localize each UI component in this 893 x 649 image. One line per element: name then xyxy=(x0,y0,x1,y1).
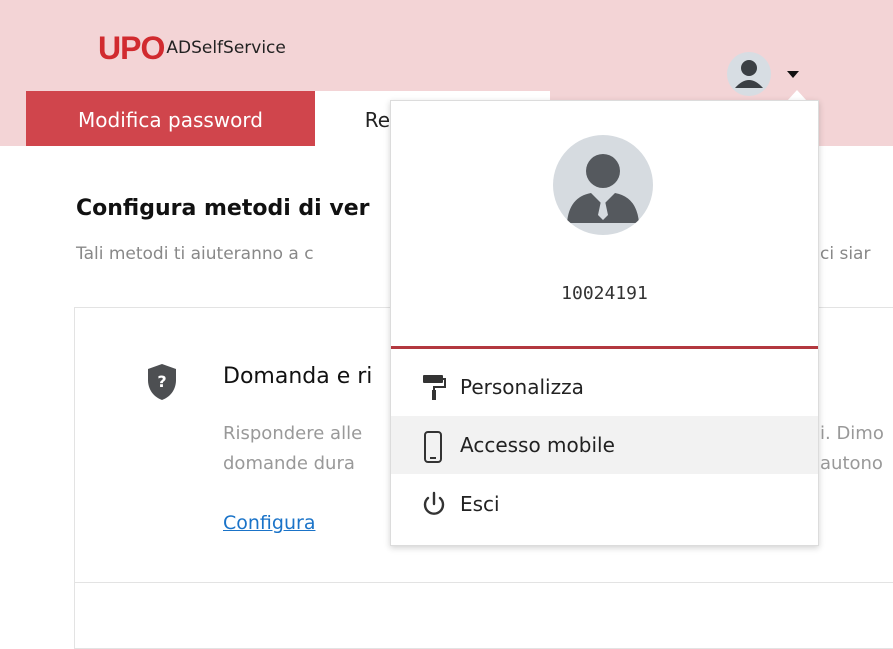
svg-text:?: ? xyxy=(157,372,166,391)
mobile-phone-icon xyxy=(421,431,445,469)
app-logo[interactable]: UPO ADSelfService xyxy=(98,28,286,68)
logo-text: ADSelfService xyxy=(166,38,286,58)
menu-item-personalizza[interactable]: Personalizza xyxy=(391,358,818,416)
card-description-line-right: autono xyxy=(820,453,883,474)
page-subtitle: Tali metodi ti aiuteranno a c xyxy=(76,244,314,264)
username: 10024191 xyxy=(561,283,648,304)
menu-item-accesso-mobile[interactable]: Accesso mobile xyxy=(391,416,818,474)
user-avatar-icon xyxy=(727,52,771,96)
configure-link[interactable]: Configura xyxy=(223,512,315,534)
dropdown-divider xyxy=(391,346,818,349)
card-description-line-right: i. Dimo xyxy=(820,423,884,444)
card-description-line: Rispondere alle xyxy=(223,423,363,444)
user-dropdown-menu: 10024191 Personalizza Accesso mobile Esc… xyxy=(390,100,819,546)
menu-item-label: Personalizza xyxy=(460,375,584,399)
page-subtitle-right: ci siar xyxy=(820,244,871,264)
menu-item-label: Accesso mobile xyxy=(460,433,615,457)
page-title: Configura metodi di ver xyxy=(76,196,370,221)
paint-roller-icon xyxy=(421,373,447,405)
tab-modifica-password[interactable]: Modifica password xyxy=(26,91,315,146)
logo-mark: UPO xyxy=(98,30,165,66)
shield-question-icon: ? xyxy=(146,362,178,406)
card-divider xyxy=(74,582,893,583)
power-icon xyxy=(421,490,447,522)
profile-avatar-icon xyxy=(553,135,653,235)
chevron-down-icon xyxy=(787,71,799,78)
card-title: Domanda e ri xyxy=(223,364,373,389)
menu-item-label: Esci xyxy=(460,492,500,516)
card-description-line: domande dura xyxy=(223,453,355,474)
menu-item-esci[interactable]: Esci xyxy=(391,475,818,533)
